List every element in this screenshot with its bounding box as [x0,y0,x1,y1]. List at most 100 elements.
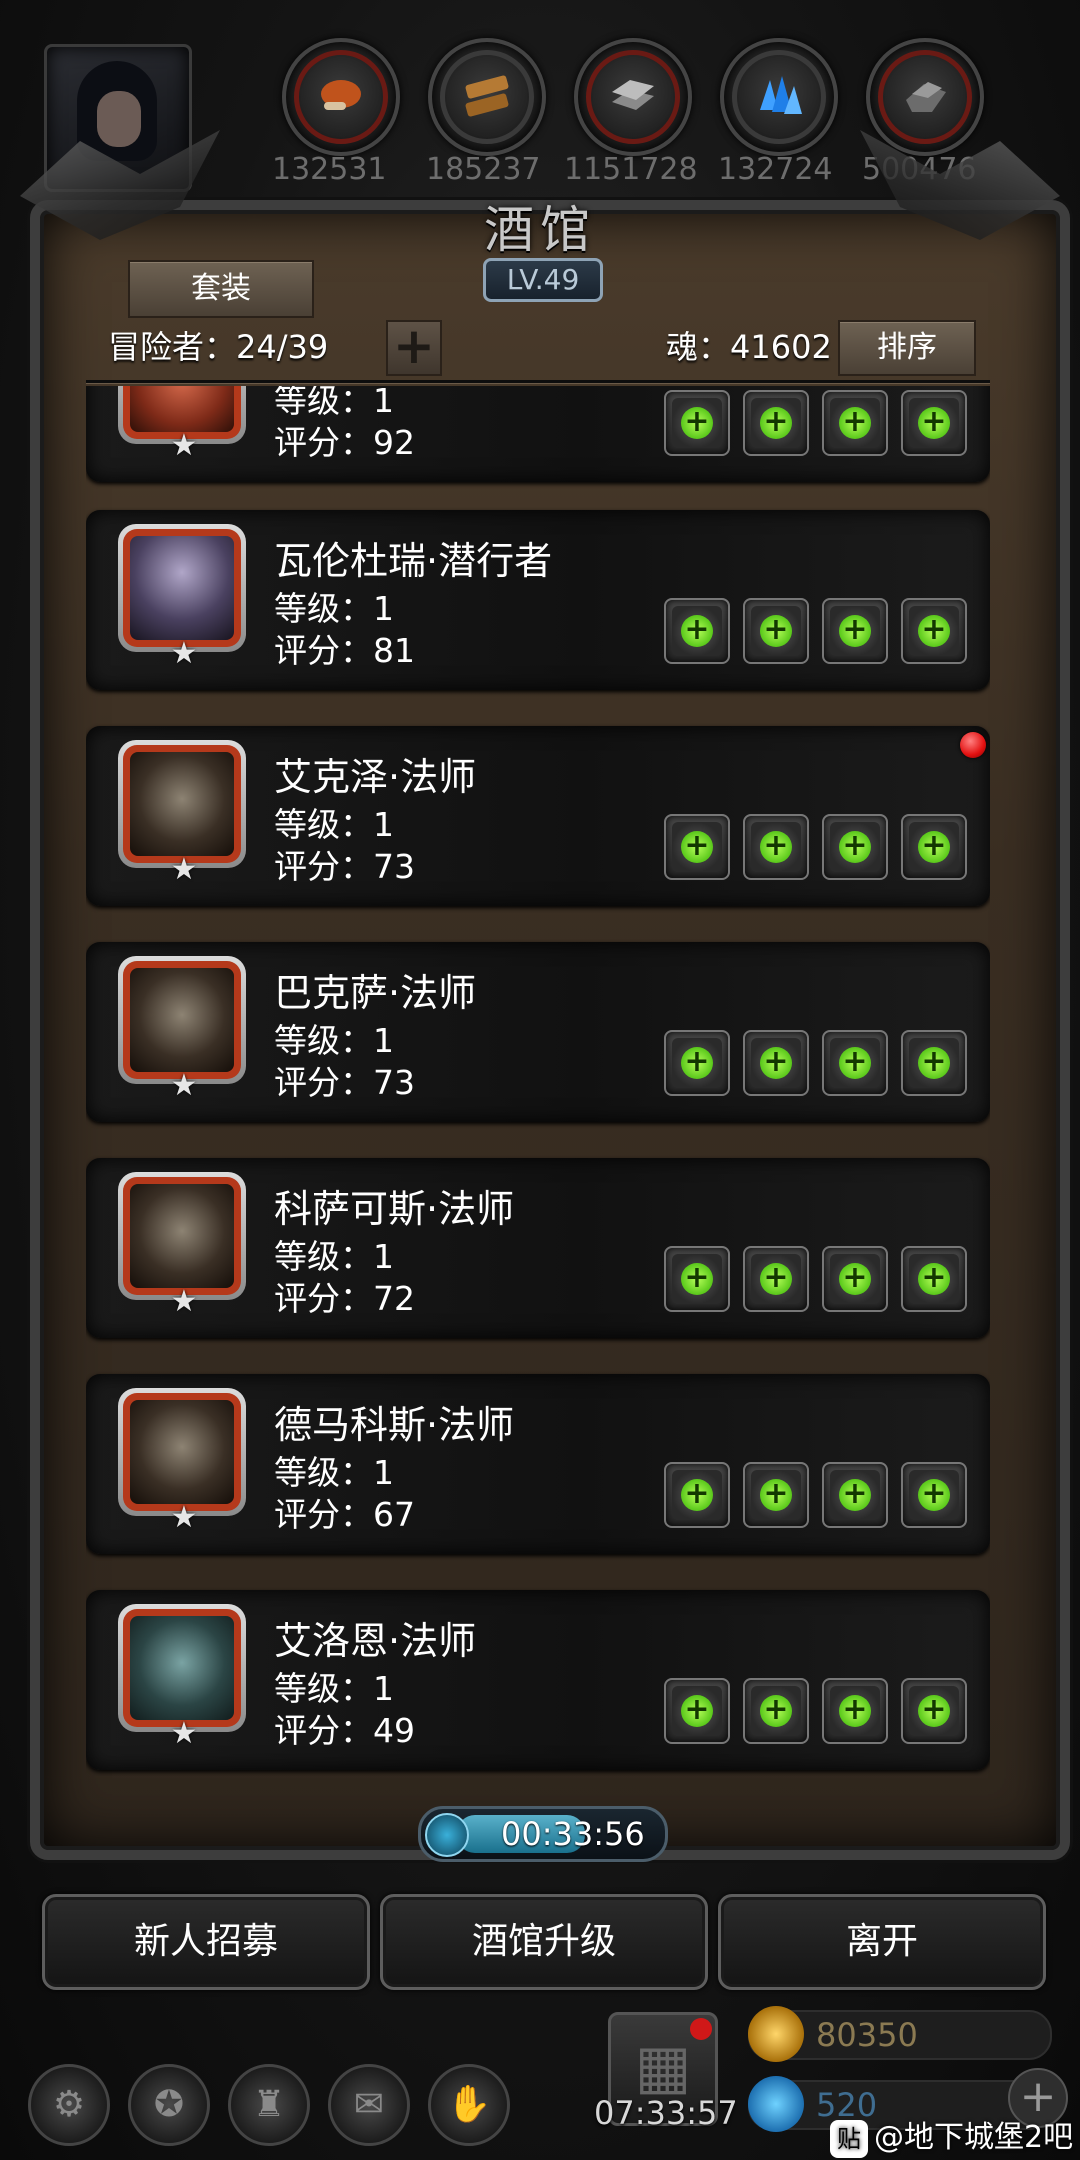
plus-icon: + [681,1695,713,1727]
hero-card[interactable]: ★ 巴克萨·法师 等级：1 评分：73 + + + + [86,942,990,1122]
plus-icon: + [918,1695,950,1727]
wood-icon[interactable] [428,38,546,156]
set-button[interactable]: 套装 [128,260,314,318]
hero-level: 等级：1 [274,1669,394,1708]
weapon-slot[interactable]: + [664,814,730,880]
accessory-slot[interactable]: + [822,1678,888,1744]
armor-slot[interactable]: + [743,1030,809,1096]
accessory-slot[interactable]: + [822,1030,888,1096]
hero-level: 等级：1 [274,1021,394,1060]
weapon-slot[interactable]: + [664,1030,730,1096]
weapon-slot[interactable]: + [664,1246,730,1312]
hero-card[interactable]: ★ 瓦伦杜瑞·潜行者 等级：1 评分：81 + + + + [86,510,990,690]
refresh-timer: 00:33:56 [418,1806,668,1862]
tieba-icon: 贴 [830,2119,868,2158]
hero-score: 评分：49 [274,1711,415,1750]
hero-portrait[interactable] [118,1172,246,1300]
accessory-slot[interactable]: + [822,390,888,456]
achievement-icon[interactable]: ✪ [128,2064,210,2146]
hero-portrait[interactable] [118,956,246,1084]
mail-icon[interactable]: ✉ [328,2064,410,2146]
plus-icon: + [839,1047,871,1079]
star-icon: ★ [170,852,198,887]
plus-icon: + [918,1047,950,1079]
watermark-text: @地下城堡2吧 [874,2120,1074,2155]
star-icon: ★ [170,1716,198,1751]
accessory-slot[interactable]: + [822,1246,888,1312]
hero-portrait-image [130,536,234,640]
hero-name: 瓦伦杜瑞·潜行者 [274,539,553,583]
plus-icon: + [839,407,871,439]
hero-portrait[interactable] [118,524,246,652]
hero-name: 艾洛恩·法师 [274,1619,477,1663]
plus-icon: + [918,615,950,647]
weapon-slot[interactable]: + [664,598,730,664]
star-icon: ★ [170,636,198,671]
hero-level: 等级：1 [274,589,394,628]
hero-portrait-image [130,386,234,432]
hero-portrait-image [130,968,234,1072]
accessory-slot[interactable]: + [822,1462,888,1528]
hero-score: 评分：72 [274,1279,415,1318]
gold-coin-icon [748,2006,804,2062]
meat-icon[interactable] [282,38,400,156]
hero-portrait-image [130,1184,234,1288]
stone-icon[interactable] [866,38,984,156]
leave-button[interactable]: 离开 [718,1894,1046,1990]
iron-icon[interactable] [574,38,692,156]
hero-portrait[interactable] [118,740,246,868]
accessory-slot-2[interactable]: + [901,814,967,880]
hero-card[interactable]: ★ 艾洛恩·法师 等级：1 评分：49 + + + + [86,1590,990,1770]
accessory-slot-2[interactable]: + [901,390,967,456]
weapon-slot[interactable]: + [664,390,730,456]
hero-portrait[interactable] [118,1388,246,1516]
hero-level: 等级：1 [274,805,394,844]
accessory-slot[interactable]: + [822,598,888,664]
star-icon: ★ [170,1500,198,1535]
add-adventurer-slot-button[interactable]: + [386,320,442,376]
armor-slot[interactable]: + [743,1678,809,1744]
hero-portrait[interactable] [118,1604,246,1732]
plus-icon: + [681,615,713,647]
recruit-button[interactable]: 新人招募 [42,1894,370,1990]
armor-slot[interactable]: + [743,1462,809,1528]
plus-icon: + [681,1263,713,1295]
tower-icon[interactable]: ♜ [228,2064,310,2146]
crystal-icon[interactable] [720,38,838,156]
hero-card[interactable]: ★ 德马科斯·法师 等级：1 评分：67 + + + + [86,1374,990,1554]
hero-portrait-image [130,1616,234,1720]
accessory-slot[interactable]: + [822,814,888,880]
header-divider [86,380,990,383]
armor-slot[interactable]: + [743,1246,809,1312]
armor-slot[interactable]: + [743,814,809,880]
accessory-slot-2[interactable]: + [901,1462,967,1528]
armor-slot[interactable]: + [743,390,809,456]
weapon-slot[interactable]: + [664,1462,730,1528]
hero-card[interactable]: ★ 等级：1 评分：92 + + + + [86,386,990,482]
hero-card[interactable]: ★ 科萨可斯·法师 等级：1 评分：72 + + + + [86,1158,990,1338]
handshake-icon[interactable]: ✋ [428,2064,510,2146]
accessory-slot-2[interactable]: + [901,598,967,664]
settings-icon[interactable]: ⚙ [28,2064,110,2146]
plus-icon: + [681,1479,713,1511]
hero-list[interactable]: ★ 等级：1 评分：92 + + + + ★ 瓦伦杜瑞·潜行者 等级：1 评分：… [86,386,990,1776]
armor-slot[interactable]: + [743,598,809,664]
clock-icon [425,1813,469,1857]
plus-icon: + [760,1479,792,1511]
upgrade-tavern-button[interactable]: 酒馆升级 [380,1894,708,1990]
plus-icon: + [839,615,871,647]
adventurer-count: 冒险者：24/39 [108,328,329,366]
accessory-slot-2[interactable]: + [901,1030,967,1096]
accessory-slot-2[interactable]: + [901,1678,967,1744]
hero-card[interactable]: ★ 艾克泽·法师 等级：1 评分：73 + + + + [86,726,990,906]
plus-icon: + [760,615,792,647]
accessory-slot-2[interactable]: + [901,1246,967,1312]
panel-title: 酒馆 [484,201,596,259]
weapon-slot[interactable]: + [664,1678,730,1744]
plus-icon: + [681,1047,713,1079]
meat-value: 132531 [272,152,387,187]
sort-button[interactable]: 排序 [838,320,976,376]
wood-value: 185237 [426,152,541,187]
hero-score: 评分：73 [274,1063,415,1102]
tavern-level-badge: LV.49 [483,258,603,302]
